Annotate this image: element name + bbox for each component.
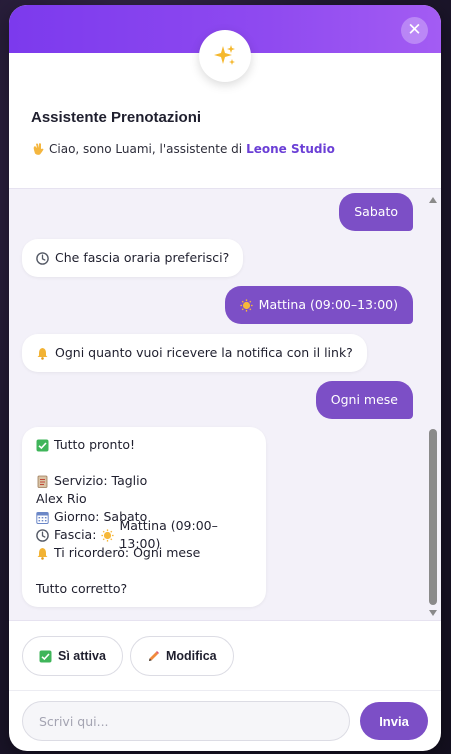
clock-icon	[36, 251, 49, 265]
pencil-icon	[147, 650, 160, 663]
message-text: Mattina (09:00–13:00)	[258, 297, 398, 312]
greeting-text: Ciao, sono Luami, l'assistente di	[49, 142, 243, 156]
user-message: Mattina (09:00–13:00)	[224, 286, 413, 324]
message-text: Che fascia oraria preferisci?	[55, 250, 230, 265]
sun-icon	[101, 528, 115, 542]
booking-summary-message: Tutto pronto! Servizio: Taglio Alex Rio	[22, 427, 266, 607]
message-text: Ogni mese	[330, 392, 398, 407]
user-message: Sabato	[339, 193, 413, 231]
message-text: Ogni quanto vuoi ricevere la notifica co…	[55, 345, 353, 360]
sun-icon	[240, 298, 253, 312]
confirm-button-label: Sì attiva	[58, 649, 106, 663]
chat-transcript[interactable]: Sabato Che fascia oraria preferisci? Mat…	[9, 188, 441, 621]
close-button[interactable]: ✕	[401, 17, 428, 44]
summary-slot-label: Fascia:	[54, 527, 97, 542]
message-input[interactable]	[22, 701, 350, 741]
summary-status: Tutto pronto!	[54, 437, 136, 452]
send-button[interactable]: Invia	[360, 702, 428, 740]
summary-question: Tutto corretto?	[36, 581, 128, 596]
bell-icon	[36, 547, 49, 560]
chat-scrollbar[interactable]	[428, 193, 438, 618]
quick-actions: Sì attiva Modifica	[9, 622, 441, 690]
page-title: Assistente Prenotazioni	[31, 109, 202, 126]
edit-button[interactable]: Modifica	[129, 636, 234, 676]
calendar-icon	[36, 511, 49, 524]
bell-icon	[36, 347, 49, 360]
bot-message: Ogni quanto vuoi ricevere la notifica co…	[22, 334, 367, 372]
bot-message: Che fascia oraria preferisci?	[22, 239, 244, 277]
summary-reminder: Ti ricorderò: Ogni mese	[54, 545, 201, 560]
brand-name: Leone Studio	[246, 142, 335, 156]
check-mark-icon	[36, 439, 49, 452]
edit-button-label: Modifica	[165, 649, 217, 663]
scroll-up-arrow-icon[interactable]	[429, 197, 437, 203]
booking-assistant-widget: ✕ Assistente Prenotazioni Ciao, sono Lua…	[9, 5, 441, 751]
summary-service: Servizio: Taglio	[54, 473, 148, 488]
sparkles-icon	[213, 44, 237, 68]
assistant-avatar	[199, 30, 251, 82]
check-mark-icon	[39, 650, 52, 663]
user-message: Ogni mese	[315, 381, 413, 419]
summary-staff: Alex Rio	[36, 491, 87, 506]
scroll-thumb[interactable]	[429, 429, 437, 605]
waving-hand-icon	[31, 142, 45, 156]
greeting-line: Ciao, sono Luami, l'assistente di Leone …	[31, 142, 335, 156]
scroll-down-arrow-icon[interactable]	[429, 610, 437, 616]
message-text: Sabato	[354, 204, 398, 219]
confirm-button[interactable]: Sì attiva	[22, 636, 123, 676]
clipboard-icon	[36, 475, 49, 488]
message-composer: Invia	[9, 690, 441, 751]
clock-icon	[36, 528, 49, 542]
